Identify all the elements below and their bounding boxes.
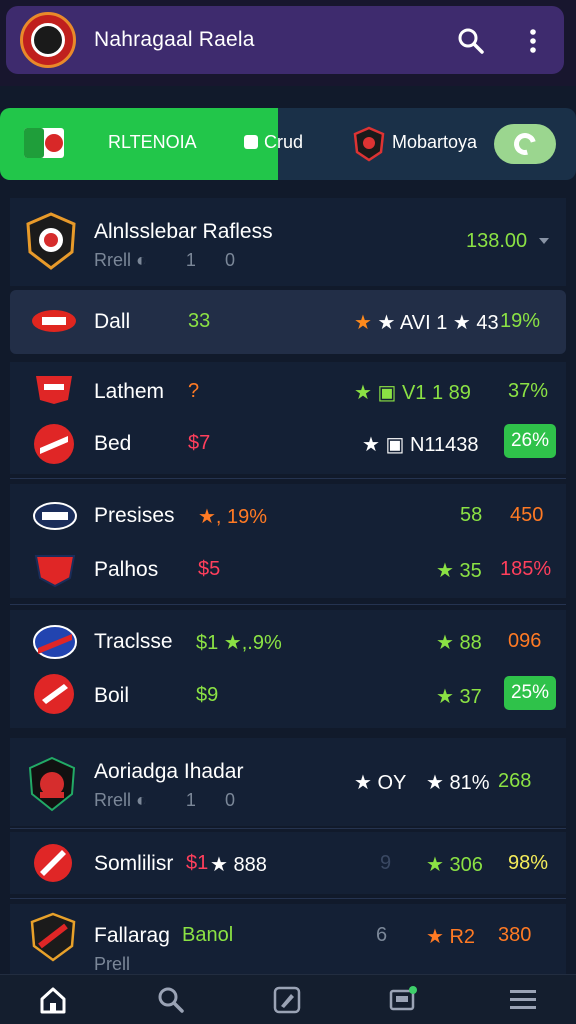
tab-label: RLTENOIA bbox=[108, 132, 197, 152]
match-row[interactable]: Somlilisr $1 ★ 888 9 ★ 306 98% bbox=[10, 832, 566, 894]
team-name: Boil bbox=[94, 684, 130, 707]
team-name: Palhos bbox=[94, 558, 159, 581]
stat: 096 bbox=[508, 630, 542, 652]
match-row[interactable]: Boil $9 ★ 37 25% bbox=[10, 668, 566, 724]
score: $1 ★,.9% bbox=[196, 632, 282, 654]
match-row[interactable]: Fallarag Banol Prell 6 ★ R2 380 bbox=[10, 904, 566, 974]
stat: ★ 306 bbox=[426, 854, 483, 876]
score: $7 bbox=[188, 432, 211, 454]
odds-detail: ★ ▣ V1 1 89 bbox=[354, 382, 471, 404]
stat: 450 bbox=[510, 504, 544, 526]
score: $1 bbox=[186, 852, 209, 874]
search-icon[interactable] bbox=[456, 26, 486, 56]
bottom-nav bbox=[0, 974, 576, 1024]
chevron-down-icon[interactable] bbox=[538, 236, 550, 246]
team-name: Dall bbox=[94, 310, 131, 333]
score: 33 bbox=[188, 310, 211, 332]
stat: 9 bbox=[380, 852, 392, 874]
scoreboard-icon[interactable] bbox=[388, 985, 418, 1015]
team-badge-icon bbox=[33, 625, 77, 659]
team-name: Lathem bbox=[94, 380, 165, 403]
team-badge-icon bbox=[32, 310, 76, 332]
team-badge-icon bbox=[34, 424, 74, 464]
flag-icon bbox=[24, 128, 64, 158]
league-sub: Rrell ◐ 1 0 bbox=[94, 790, 235, 810]
stat: ★ 88 bbox=[436, 632, 482, 654]
menu-icon[interactable] bbox=[508, 985, 538, 1015]
league-title: Aoriadga Ihadar bbox=[94, 760, 244, 783]
score: ★, 19% bbox=[198, 506, 268, 528]
team-name: Bed bbox=[94, 432, 132, 455]
match-row[interactable]: Presises ★, 19% 58 450 bbox=[10, 488, 566, 544]
divider bbox=[10, 898, 566, 899]
match-row[interactable]: Palhos $5 ★ 35 185% bbox=[10, 542, 566, 598]
stat: ★ 37 bbox=[436, 686, 482, 708]
league-odds: 138.00 bbox=[466, 230, 528, 252]
more-vertical-icon[interactable] bbox=[518, 26, 548, 56]
league-sub: Prell bbox=[94, 954, 131, 974]
team-badge-icon bbox=[33, 502, 77, 530]
live-toggle[interactable] bbox=[494, 124, 556, 164]
team-badge-icon bbox=[34, 844, 72, 882]
score: $9 bbox=[196, 684, 219, 706]
team-name: Presises bbox=[94, 504, 175, 527]
team-badge-icon bbox=[30, 912, 76, 962]
tab-mobartoya[interactable]: Mobartoya bbox=[392, 132, 477, 153]
league-crest-icon bbox=[26, 212, 76, 270]
league-header[interactable]: Aoriadga Ihadar Rrell ◐ 1 0 ★ OY ★ 81% 2… bbox=[10, 738, 566, 826]
app-title: Nahragaal Raela bbox=[94, 28, 255, 51]
percent-badge: 25% bbox=[504, 676, 556, 710]
match-row[interactable]: Bed $7 ★ ▣ N11438 26% bbox=[10, 416, 566, 472]
team-badge-icon bbox=[34, 555, 76, 588]
divider bbox=[10, 478, 566, 479]
team-name: Somlilisr bbox=[94, 852, 174, 875]
odds-detail: ★ ▣ N11438 bbox=[362, 434, 479, 456]
team-crest-icon bbox=[353, 126, 385, 162]
tab-active[interactable]: RLTENOIA bbox=[0, 108, 278, 180]
stat: ★ 35 bbox=[436, 560, 482, 582]
score: ? bbox=[188, 380, 200, 402]
header-bar: Nahragaal Raela bbox=[6, 6, 564, 74]
league-title: Alnlsslebar Rafless bbox=[94, 220, 273, 243]
doc-icon bbox=[244, 135, 258, 149]
divider bbox=[10, 828, 566, 829]
stat: 380 bbox=[498, 924, 532, 946]
app-logo[interactable] bbox=[20, 12, 76, 68]
divider bbox=[10, 604, 566, 605]
stat: ★ 888 bbox=[210, 854, 267, 876]
percent: 98% bbox=[508, 852, 549, 874]
stat: 6 bbox=[376, 924, 388, 946]
team-name: Fallarag bbox=[94, 924, 170, 947]
match-row[interactable]: Dall 33 ★ ★ AVI 1 ★ 43 19% bbox=[10, 290, 566, 354]
stat: 58 bbox=[460, 504, 483, 526]
percent-badge: 26% bbox=[504, 424, 556, 458]
stat: ★ OY bbox=[354, 772, 407, 794]
odds-detail: ★ ★ AVI 1 ★ 43 bbox=[354, 312, 499, 334]
search-icon[interactable] bbox=[156, 985, 186, 1015]
match-row[interactable]: Traclsse $1 ★,.9% ★ 88 096 bbox=[10, 614, 566, 670]
percent: 37% bbox=[508, 380, 549, 402]
tab-bar: RLTENOIA Crud Mobartoya bbox=[0, 108, 576, 180]
stat: 268 bbox=[498, 770, 532, 792]
league-sub: Rrell ◐ 1 0 bbox=[94, 250, 235, 270]
match-row[interactable]: Lathem ? ★ ▣ V1 1 89 37% bbox=[10, 362, 566, 418]
app-header: Nahragaal Raela bbox=[0, 0, 576, 86]
stat: ★ R2 bbox=[426, 926, 476, 948]
team-name: Traclsse bbox=[94, 630, 173, 653]
team-badge-icon bbox=[34, 674, 74, 714]
stat: 185% bbox=[500, 558, 552, 580]
league-crest-icon bbox=[28, 756, 76, 812]
stat: ★ 81% bbox=[426, 772, 490, 794]
tab-crud[interactable]: Crud bbox=[244, 132, 303, 153]
edit-icon[interactable] bbox=[272, 985, 302, 1015]
team-name-secondary: Banol bbox=[182, 924, 234, 946]
team-badge-icon bbox=[36, 376, 72, 404]
league-header[interactable]: Alnlsslebar Rafless Rrell ◐ 1 0 138.00 bbox=[10, 198, 566, 286]
home-icon[interactable] bbox=[38, 985, 68, 1015]
score: $5 bbox=[198, 558, 221, 580]
percent: 19% bbox=[500, 310, 541, 332]
